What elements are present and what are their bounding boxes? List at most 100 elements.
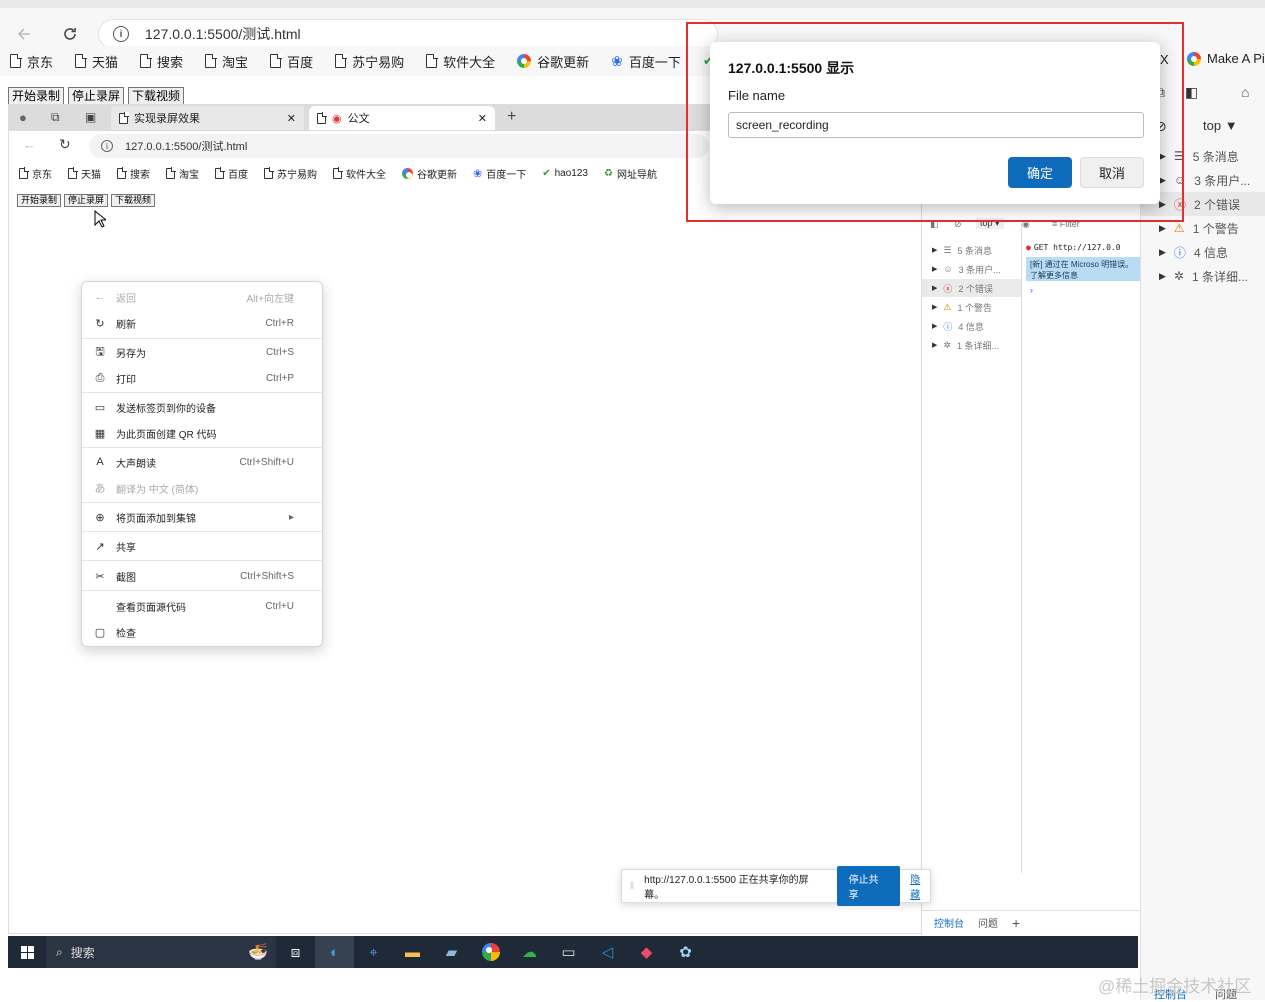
address-bar[interactable]: i 127.0.0.1:5500/测试.html	[98, 19, 718, 49]
bookmark-baidu[interactable]: 百度	[270, 52, 313, 71]
menu-item-view-source[interactable]: 查看页面源代码 Ctrl+U	[82, 595, 322, 617]
tab-issues[interactable]: 问题	[978, 915, 998, 930]
back-icon[interactable]: ←	[23, 137, 36, 152]
bookmark-software[interactable]: 软件大全	[333, 166, 386, 181]
sidebar-verbose[interactable]: ▶ ✲ 1 条详细...	[932, 336, 999, 354]
bookmark-label: Make A Pi	[1207, 51, 1265, 66]
download-video-button[interactable]: 下载视频	[128, 87, 185, 105]
page-icon	[10, 53, 22, 68]
sidebar-user-messages[interactable]: ▶ ☺ 3 条用户...	[932, 260, 1001, 278]
close-tab-icon[interactable]: ✕	[287, 112, 296, 125]
menu-item-screenshot[interactable]: ✂ 截图 Ctrl+Shift+S	[82, 565, 322, 587]
search-icon: ⌕	[56, 944, 63, 959]
ok-button[interactable]: 确定	[1008, 157, 1072, 188]
file-explorer-icon[interactable]: ▬	[393, 936, 432, 968]
tab-console[interactable]: 控制台	[934, 915, 964, 930]
bookmark-jd[interactable]: 京东	[19, 166, 52, 181]
hide-link[interactable]: 隐藏	[910, 871, 930, 901]
expand-arrow-icon: ▶	[1159, 246, 1166, 257]
menu-item-read-aloud[interactable]: A 大声朗读 Ctrl+Shift+U	[82, 451, 322, 473]
bookmark-baidu[interactable]: 百度	[215, 166, 248, 181]
close-tab-icon[interactable]: ✕	[478, 112, 487, 125]
app-pink-icon[interactable]: ◆	[627, 936, 666, 968]
settings-flower-icon[interactable]: ✿	[666, 936, 705, 968]
bookmark-baidu-search[interactable]: ❀ 百度一下	[611, 52, 681, 71]
cancel-button[interactable]: 取消	[1080, 157, 1144, 188]
taskbar-search[interactable]: ⌕ 搜索 🍜	[46, 936, 276, 968]
back-button[interactable]	[10, 20, 38, 48]
reload-icon[interactable]: ↻	[59, 136, 71, 153]
bookmark-site-nav[interactable]: ♻ 网址导航	[604, 166, 657, 181]
sidebar-label: 1 个警告	[1192, 221, 1239, 236]
bookmark-tmall[interactable]: 天猫	[68, 166, 101, 181]
baidu-paw-icon: ❀	[611, 52, 623, 69]
terminal-icon[interactable]: ▭	[549, 936, 588, 968]
bookmark-label: 搜索	[130, 169, 150, 181]
inner-address-bar[interactable]: i 127.0.0.1:5500/测试.html	[89, 134, 709, 158]
maps-icon[interactable]: ⌖	[354, 936, 393, 968]
sidebar-info[interactable]: ▶ ⓘ 4 信息	[932, 317, 984, 335]
sidebar-verbose[interactable]: ▶ ✲ 1 条详细...	[1159, 264, 1248, 288]
page-icon	[270, 53, 282, 68]
bookmark-taobao[interactable]: 淘宝	[205, 52, 248, 71]
menu-item-qr-code[interactable]: ▦ 为此页面创建 QR 代码	[82, 422, 322, 444]
bookmark-taobao[interactable]: 淘宝	[166, 166, 199, 181]
site-info-icon[interactable]: i	[113, 26, 129, 42]
menu-item-back[interactable]: ← 返回 Alt+向左键	[82, 286, 322, 308]
page-icon	[317, 112, 327, 124]
bookmark-make-a-pi[interactable]: Make A Pi	[1187, 51, 1265, 66]
tab-actions-icon[interactable]: ▣	[85, 110, 96, 124]
stop-recording-button[interactable]: 停止录屏	[64, 194, 109, 207]
menu-item-send-tab[interactable]: ▭ 发送标签页到你的设备	[82, 396, 322, 418]
bug-icon: ✲	[1173, 269, 1184, 283]
vscode-icon[interactable]: ◁	[588, 936, 627, 968]
tab-official-doc[interactable]: ◉ 公文 ✕	[309, 106, 495, 130]
start-recording-button[interactable]: 开始录制	[8, 87, 65, 105]
bookmark-software[interactable]: 软件大全	[426, 52, 495, 71]
menu-item-save-as[interactable]: 🖫 另存为 Ctrl+S	[82, 341, 322, 363]
menu-item-print[interactable]: ⎙ 打印 Ctrl+P	[82, 367, 322, 389]
menu-item-refresh[interactable]: ↻ 刷新 Ctrl+R	[82, 312, 322, 334]
stop-recording-button[interactable]: 停止录屏	[68, 87, 125, 105]
notepad-icon[interactable]: ▰	[432, 936, 471, 968]
bookmark-search[interactable]: 搜索	[117, 166, 150, 181]
sidebar-errors[interactable]: ▶ ⓧ 2 个错误	[922, 279, 1021, 297]
bookmark-baidu-search[interactable]: ❀ 百度一下	[473, 166, 526, 181]
log-notice[interactable]: [新] 通过在 Microso 明错误。 了解更多信息	[1026, 257, 1140, 281]
sidebar-messages[interactable]: ▶ ☰ 5 条消息	[932, 241, 992, 259]
bookmark-suning[interactable]: 苏宁易购	[264, 166, 317, 181]
wechat-icon[interactable]: ☁	[510, 936, 549, 968]
profile-icon[interactable]: ●	[19, 110, 27, 125]
bookmark-jd[interactable]: 京东	[10, 52, 53, 71]
sidebar-warnings[interactable]: ▶ ⚠ 1 个警告	[932, 298, 992, 316]
bookmark-hao123[interactable]: ✔ hao123	[542, 168, 588, 179]
workspaces-icon[interactable]: ⧉	[51, 110, 60, 125]
new-tab-icon[interactable]: +	[507, 108, 516, 126]
add-tab-icon[interactable]: +	[1012, 915, 1020, 931]
chrome-taskbar-icon[interactable]	[471, 936, 510, 968]
dock-icon[interactable]: ◧	[1185, 84, 1198, 101]
file-name-input[interactable]	[728, 112, 1144, 138]
menu-item-inspect[interactable]: ▢ 检查	[82, 621, 322, 643]
menu-item-translate[interactable]: あ翻译为 中文 (简体)	[82, 477, 322, 499]
task-view-icon[interactable]: ⧈	[276, 936, 315, 968]
bookmark-tmall[interactable]: 天猫	[75, 52, 118, 71]
sidebar-info[interactable]: ▶ ⓘ 4 信息	[1159, 240, 1228, 264]
menu-item-add-to-collections[interactable]: ⊕ 将页面添加到集锦 ▸	[82, 506, 322, 528]
start-button[interactable]	[8, 936, 46, 968]
tab-recording-demo[interactable]: 实现录屏效果 ✕	[111, 106, 304, 130]
drag-handle-icon[interactable]: ‖	[630, 881, 634, 892]
context-select[interactable]: top ▼	[1203, 118, 1238, 133]
more-tools-icon[interactable]: ⌂	[1241, 84, 1249, 100]
bookmark-search[interactable]: 搜索	[140, 52, 183, 71]
reload-button[interactable]	[56, 20, 84, 48]
bookmark-chrome-update[interactable]: 谷歌更新	[402, 166, 457, 181]
bookmark-chrome-update[interactable]: 谷歌更新	[517, 52, 589, 71]
download-video-button[interactable]: 下载视频	[111, 194, 156, 207]
menu-item-share[interactable]: ↗ 共享	[82, 535, 322, 557]
console-prompt-icon[interactable]: ›	[1026, 285, 1140, 295]
stop-sharing-button[interactable]: 停止共享	[836, 866, 901, 906]
start-recording-button[interactable]: 开始录制	[17, 194, 62, 207]
edge-icon[interactable]: ◐	[315, 936, 354, 968]
bookmark-suning[interactable]: 苏宁易购	[335, 52, 404, 71]
